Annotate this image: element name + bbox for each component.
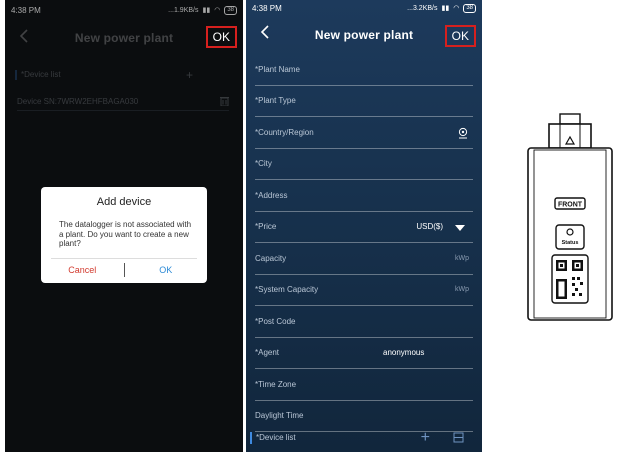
dropdown-arrow-icon[interactable]	[455, 224, 465, 231]
capacity-unit: kWp	[455, 254, 469, 262]
plant-name-field[interactable]: *Plant Name	[255, 54, 473, 86]
dialog-buttons: Cancel OK	[41, 261, 207, 279]
price-currency[interactable]: USD($)	[416, 222, 443, 231]
city-field[interactable]: *City	[255, 149, 473, 180]
price-label: *Price	[255, 222, 277, 232]
plant-type-label: *Plant Type	[255, 96, 296, 106]
capacity-label: Capacity	[255, 253, 287, 263]
address-field[interactable]: *Address	[255, 180, 473, 212]
system-capacity-label: *System Capacity	[255, 285, 319, 295]
plant-type-field[interactable]: *Plant Type	[255, 86, 473, 117]
scan-icon[interactable]	[453, 432, 464, 443]
page-title: New power plant	[314, 28, 414, 42]
agent-field[interactable]: *Agent anonymous	[255, 338, 473, 369]
network-speed: ...3.2KB/s	[407, 4, 438, 12]
status-time: 4:38 PM	[252, 3, 282, 13]
status-bar: 4:38 PM ...3.2KB/s ▮▮ ◠ 38	[246, 0, 482, 16]
system-capacity-field[interactable]: *System Capacity kWp	[255, 275, 473, 306]
post-code-field[interactable]: *Post Code	[255, 306, 473, 338]
daylight-time-label: Daylight Time	[255, 411, 304, 421]
front-label: FRONT	[558, 202, 583, 209]
city-label: *City	[255, 159, 272, 169]
device-list-header: *Device list +	[246, 423, 482, 452]
dialog-ok-button[interactable]: OK	[125, 265, 208, 275]
post-code-label: *Post Code	[255, 316, 296, 326]
price-field[interactable]: *Price USD($)	[255, 212, 473, 243]
plant-form: *Plant Name *Plant Type *Country/Region …	[246, 54, 482, 432]
dialog-message: The datalogger is not associated with a …	[59, 220, 192, 248]
cancel-button[interactable]: Cancel	[41, 265, 124, 275]
country-label: *Country/Region	[255, 127, 314, 137]
accent-bar	[250, 431, 252, 444]
right-phone-screen: 4:38 PM ...3.2KB/s ▮▮ ◠ 38 New power pla…	[246, 0, 482, 452]
plant-name-label: *Plant Name	[255, 64, 300, 74]
device-list-label: *Device list	[256, 433, 296, 442]
back-arrow-icon[interactable]	[258, 24, 274, 40]
time-zone-label: *Time Zone	[255, 379, 297, 389]
status-label: Status	[562, 240, 579, 246]
capacity-field[interactable]: Capacity kWp	[255, 243, 473, 275]
battery-icon: 38	[463, 3, 476, 13]
ok-button[interactable]: OK	[205, 26, 237, 48]
ok-button[interactable]: OK	[444, 25, 476, 47]
agent-value: anonymous	[383, 348, 425, 358]
address-label: *Address	[255, 190, 288, 200]
dialog-title: Add device	[96, 196, 152, 208]
signal-icon: ▮▮	[441, 5, 450, 12]
agent-label: *Agent	[255, 348, 280, 358]
left-phone-screen: 4:38 PM ...1.9KB/s ▮▮ ◠ 38 New power pla…	[5, 0, 243, 452]
system-capacity-unit: kWp	[455, 286, 469, 294]
title-bar: New power plant OK	[246, 16, 482, 54]
add-device-dialog: Add device The datalogger is not associa…	[41, 187, 207, 283]
wifi-icon: ◠	[453, 5, 460, 12]
add-icon[interactable]: +	[421, 429, 430, 447]
datalogger-device-illustration: FRONT Status	[527, 113, 613, 321]
dialog-divider	[51, 258, 197, 259]
location-pin-icon[interactable]	[457, 127, 469, 139]
time-zone-field[interactable]: *Time Zone	[255, 369, 473, 401]
country-field[interactable]: *Country/Region	[255, 117, 473, 149]
